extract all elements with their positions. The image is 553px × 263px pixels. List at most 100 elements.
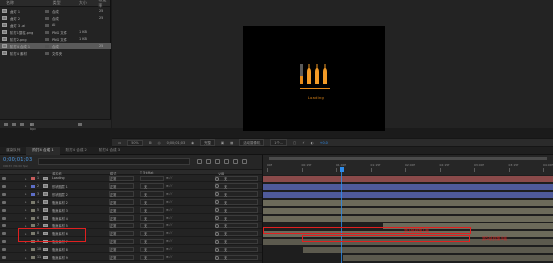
bpc-toggle[interactable]: 8 bpc <box>30 122 36 131</box>
layer-duration-bar[interactable] <box>263 207 553 214</box>
label-color-swatch[interactable] <box>31 200 35 204</box>
col-size[interactable]: 大小 <box>79 0 98 6</box>
layer-name[interactable]: 瓶身素材 3 <box>52 208 102 213</box>
layer-switches[interactable]: ⊕ ⁄ ⁄ <box>166 231 172 235</box>
label-color-swatch[interactable] <box>31 224 35 228</box>
expand-arrow-icon[interactable]: ▸ <box>25 256 27 260</box>
exposure-value[interactable]: +0.0 <box>320 141 328 145</box>
resolution-dropdown[interactable]: 完整 <box>200 139 215 146</box>
layer-name[interactable]: 瓶身素材 2 <box>52 200 102 205</box>
interpret-footage-icon[interactable] <box>4 122 8 126</box>
parent-dropdown[interactable] <box>215 254 258 260</box>
pick-whip-icon[interactable] <box>215 231 219 236</box>
layer-row[interactable]: ▸ 10 瓶身素材 8 正常 无 ⊕ ⁄ ⁄ 无 <box>0 246 262 254</box>
label-color-swatch[interactable] <box>31 177 35 180</box>
project-item[interactable]: 阶打4 素材 文件夹 <box>0 50 111 56</box>
viewer-timecode[interactable]: 0;00;01;03 <box>167 141 186 145</box>
layer-duration-bar[interactable] <box>263 176 553 182</box>
layer-switches[interactable]: ⊕ ⁄ ⁄ <box>166 216 172 220</box>
layer-switches[interactable]: ⊕ ⁄ ⁄ <box>166 247 172 251</box>
comp-mini-flowchart-icon[interactable] <box>197 159 202 164</box>
layer-row[interactable]: ▸ 1 Loading 正常 ⊕ ⁄ ⁄ 无 <box>0 175 262 182</box>
expand-arrow-icon[interactable]: ▸ <box>25 192 27 196</box>
layer-row[interactable]: ▸ 5 瓶身素材 3 正常 无 ⊕ ⁄ ⁄ 无 <box>0 207 262 214</box>
new-composition-icon[interactable] <box>20 122 24 126</box>
parent-dropdown[interactable] <box>215 191 258 197</box>
transparency-grid-icon[interactable]: ▦ <box>230 141 233 145</box>
visibility-eye-icon[interactable] <box>2 216 6 220</box>
trkmat-dropdown[interactable] <box>140 175 164 181</box>
pick-whip-icon[interactable] <box>215 239 219 244</box>
zoom-dropdown[interactable]: 50% <box>127 139 143 146</box>
playhead-line[interactable] <box>341 167 342 263</box>
show-channel-icon[interactable]: ◉ <box>191 141 194 145</box>
work-area-bar[interactable] <box>269 157 547 160</box>
layer-switches[interactable]: ⊕ ⁄ ⁄ <box>166 255 172 259</box>
expand-arrow-icon[interactable]: ▸ <box>25 184 27 188</box>
layer-name[interactable]: 瓶身素材 4 <box>52 216 102 221</box>
visibility-eye-icon[interactable] <box>2 177 6 180</box>
visibility-eye-icon[interactable] <box>2 248 6 252</box>
parent-dropdown[interactable] <box>215 222 258 229</box>
camera-snapshot-icon[interactable]: ◎ <box>158 141 161 145</box>
camera-dropdown[interactable]: 活动摄像机 <box>239 139 265 146</box>
layer-row[interactable]: ▸ 4 瓶身素材 2 正常 无 ⊕ ⁄ ⁄ 无 <box>0 199 262 206</box>
parent-dropdown[interactable] <box>215 183 258 189</box>
col-trkmat[interactable]: T TrkMat <box>140 171 154 175</box>
parent-dropdown[interactable] <box>215 230 258 237</box>
visibility-eye-icon[interactable] <box>2 208 6 212</box>
draft-3d-icon[interactable] <box>206 159 211 164</box>
visibility-eye-icon[interactable] <box>2 200 6 204</box>
layer-duration-bar[interactable] <box>263 191 553 198</box>
new-folder-icon[interactable] <box>12 122 16 126</box>
parent-dropdown[interactable] <box>215 215 258 221</box>
layer-name[interactable]: 形状图层 2 <box>52 192 102 197</box>
col-type[interactable]: 类型 <box>53 0 79 6</box>
roi-icon[interactable]: ▣ <box>221 141 224 145</box>
label-color-swatch[interactable] <box>31 184 35 188</box>
tab-composition-1[interactable]: 阶打4 合成 1 <box>26 146 60 155</box>
pick-whip-icon[interactable] <box>215 247 219 252</box>
time-ruler[interactable]: 00f 00:15f 01:00f 01:15f 02:00f 02:15f 03:00f 0… <box>262 155 553 175</box>
tab-composition-3[interactable]: 阶打4 合成 3 <box>93 147 126 155</box>
label-color-swatch[interactable] <box>31 248 35 252</box>
parent-dropdown[interactable] <box>215 175 258 181</box>
parent-dropdown[interactable] <box>215 199 258 205</box>
layer-duration-bar[interactable] <box>263 199 553 206</box>
col-name[interactable]: 名称 <box>6 0 45 6</box>
visibility-eye-icon[interactable] <box>2 224 6 228</box>
frame-blending-icon[interactable] <box>224 159 229 164</box>
project-item[interactable]: 卤灯 3 .ai AI <box>0 22 111 28</box>
project-item[interactable]: 卤灯 2 合成 25 <box>0 15 111 21</box>
layer-name[interactable]: 形状图层 1 <box>52 184 102 189</box>
layer-search-input[interactable] <box>38 158 190 165</box>
label-color-swatch[interactable] <box>31 192 35 196</box>
label-color-swatch[interactable] <box>31 216 35 220</box>
layer-row[interactable]: ▸ 6 瓶身素材 4 正常 无 ⊕ ⁄ ⁄ 无 <box>0 215 262 222</box>
shy-icon[interactable] <box>215 159 220 164</box>
reset-exposure-icon[interactable]: ◐ <box>311 141 314 145</box>
views-dropdown[interactable]: 1个... <box>270 139 288 146</box>
pick-whip-icon[interactable] <box>215 216 219 220</box>
pick-whip-icon[interactable] <box>215 176 219 181</box>
layer-switches[interactable]: ⊕ ⁄ ⁄ <box>166 176 172 180</box>
tab-composition-2[interactable]: 阶打4 合成 2 <box>60 147 93 155</box>
layer-switches[interactable]: ⊕ ⁄ ⁄ <box>166 239 172 243</box>
layer-name[interactable]: Loading <box>52 176 102 180</box>
visibility-eye-icon[interactable] <box>2 256 6 259</box>
current-time[interactable]: 0;00;01;03 <box>3 157 32 163</box>
layer-row[interactable]: ▸ 2 形状图层 1 正常 无 ⊕ ⁄ ⁄ 无 <box>0 183 262 190</box>
expand-arrow-icon[interactable]: ▸ <box>25 216 27 220</box>
delete-icon[interactable] <box>78 122 82 126</box>
fast-preview-icon[interactable]: ⚡ <box>302 141 304 145</box>
layer-duration-bar[interactable] <box>263 215 553 222</box>
label-color-swatch[interactable] <box>31 256 35 259</box>
parent-dropdown[interactable] <box>215 246 258 253</box>
layer-switches[interactable]: ⊕ ⁄ ⁄ <box>166 192 172 196</box>
visibility-eye-icon[interactable] <box>2 232 6 236</box>
expand-arrow-icon[interactable]: ▸ <box>25 208 27 212</box>
visibility-eye-icon[interactable] <box>2 192 6 196</box>
expand-arrow-icon[interactable]: ▸ <box>25 248 27 252</box>
parent-dropdown[interactable] <box>215 238 258 245</box>
project-item[interactable]: 卤灯 1 合成 25 <box>0 8 111 14</box>
